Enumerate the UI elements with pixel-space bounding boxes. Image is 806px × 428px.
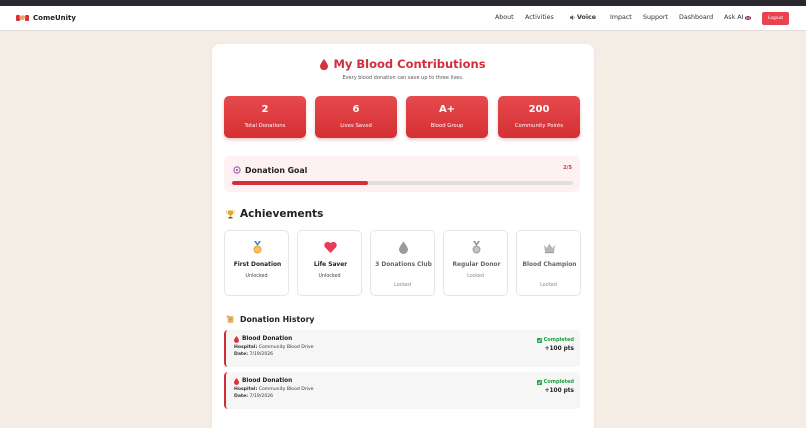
nav-about[interactable]: About <box>495 14 514 21</box>
nav-voice-button[interactable]: Voice <box>570 14 596 21</box>
uk-flag-icon <box>745 15 752 20</box>
history-status: Completed <box>536 337 574 343</box>
hospital-label: Hospital: <box>234 345 258 350</box>
achievement-card-life-saver: Life Saver Unlocked <box>297 230 362 296</box>
blood-drop-icon <box>234 378 239 385</box>
history-title: Donation History <box>240 315 315 324</box>
logout-button[interactable]: Logout <box>762 12 789 25</box>
achievement-name: Regular Donor <box>452 262 501 268</box>
stat-value: 2 <box>261 104 269 115</box>
medal-icon <box>253 241 262 254</box>
stat-label: Total Donations <box>244 123 286 129</box>
achievement-card-regular-donor: Regular Donor Locked <box>443 230 508 296</box>
stat-value: 200 <box>528 104 550 115</box>
target-icon <box>233 166 241 174</box>
nav-support[interactable]: Support <box>643 14 668 21</box>
history-item: Blood Donation Hospital: Community Blood… <box>224 372 580 409</box>
history-points: +100 pts <box>544 346 574 352</box>
navbar: ComeUnity About Activities Voice Impact … <box>0 6 806 31</box>
contributions-card: My Blood Contributions Every blood donat… <box>212 44 594 428</box>
heart-icon <box>324 241 337 253</box>
goal-count: 2/5 <box>563 165 572 171</box>
goal-progress-fill <box>232 181 369 185</box>
history-date: Date: 7/19/2026 <box>234 394 273 399</box>
history-points: +100 pts <box>544 388 574 394</box>
drop-icon <box>399 241 408 254</box>
status-text: Completed <box>543 337 574 343</box>
nav-dashboard[interactable]: Dashboard <box>679 14 713 21</box>
blood-drop-icon <box>320 58 329 70</box>
achievements-heading: Achievements <box>226 208 323 220</box>
achievement-status: Locked <box>394 283 411 288</box>
nav-ask-ai[interactable]: Ask AI <box>724 14 752 21</box>
achievement-status: Unlocked <box>318 274 341 279</box>
ask-ai-label: Ask AI <box>724 14 744 21</box>
history-date: Date: 7/19/2026 <box>234 352 273 357</box>
achievement-name: 3 Donations Club <box>375 262 432 268</box>
achievements-title: Achievements <box>240 208 324 220</box>
page-title: My Blood Contributions <box>333 57 486 71</box>
voice-label: Voice <box>577 14 597 21</box>
brand-name: ComeUnity <box>33 14 76 22</box>
achievement-status: Locked <box>540 283 557 288</box>
history-item: Blood Donation Hospital: Community Blood… <box>224 330 580 367</box>
hospital-value: Community Blood Drive <box>258 387 314 392</box>
hospital-label: Hospital: <box>234 387 258 392</box>
stat-lives-saved: 6 Lives Saved <box>315 96 397 138</box>
status-text: Completed <box>543 379 574 385</box>
stat-value: A+ <box>438 104 456 115</box>
achievement-card-first-donation: First Donation Unlocked <box>224 230 289 296</box>
stat-blood-group: A+ Blood Group <box>406 96 488 138</box>
achievement-card-blood-champion: Blood Champion Locked <box>516 230 581 296</box>
nav-impact[interactable]: Impact <box>610 14 632 21</box>
stat-label: Lives Saved <box>340 123 372 129</box>
goal-title: Donation Goal <box>245 166 308 175</box>
date-label: Date: <box>234 352 249 357</box>
blood-drop-icon <box>234 336 239 343</box>
history-item-name: Blood Donation <box>242 378 293 384</box>
date-value: 7/19/2026 <box>249 394 274 399</box>
donation-history-heading: Donation History <box>226 315 315 324</box>
history-hospital: Hospital: Community Blood Drive <box>234 345 314 350</box>
stat-value: 6 <box>352 104 360 115</box>
achievement-card-3-donations-club: 3 Donations Club Locked <box>370 230 435 296</box>
history-item-name: Blood Donation <box>242 336 293 342</box>
handshake-logo-icon <box>16 15 29 21</box>
achievement-name: Blood Champion <box>522 262 577 268</box>
voice-sound-icon <box>570 15 575 20</box>
stat-community-points: 200 Community Points <box>498 96 580 138</box>
nav-activities[interactable]: Activities <box>525 14 554 21</box>
check-box-icon <box>536 337 542 343</box>
history-status: Completed <box>536 379 574 385</box>
hospital-value: Community Blood Drive <box>258 345 314 350</box>
scroll-icon <box>226 315 234 323</box>
history-hospital: Hospital: Community Blood Drive <box>234 387 314 392</box>
achievement-status: Unlocked <box>245 274 268 279</box>
stat-label: Blood Group <box>430 123 464 129</box>
date-label: Date: <box>234 394 249 399</box>
page-subtitle: Every blood donation can save up to thre… <box>342 75 464 81</box>
donation-goal-panel: Donation Goal 2/5 <box>224 156 580 192</box>
check-box-icon <box>536 379 542 385</box>
achievement-name: First Donation <box>233 262 282 268</box>
crown-icon <box>544 243 555 254</box>
goal-progress-track <box>232 181 573 185</box>
trophy-icon <box>226 210 235 219</box>
achievement-status: Locked <box>467 274 484 279</box>
achievement-name: Life Saver <box>313 262 348 268</box>
medal-icon <box>472 241 481 254</box>
page-title-row: My Blood Contributions <box>212 57 594 71</box>
stat-total-donations: 2 Total Donations <box>224 96 306 138</box>
brand[interactable]: ComeUnity <box>16 13 76 23</box>
stat-label: Community Points <box>514 123 564 129</box>
date-value: 7/19/2026 <box>249 352 274 357</box>
